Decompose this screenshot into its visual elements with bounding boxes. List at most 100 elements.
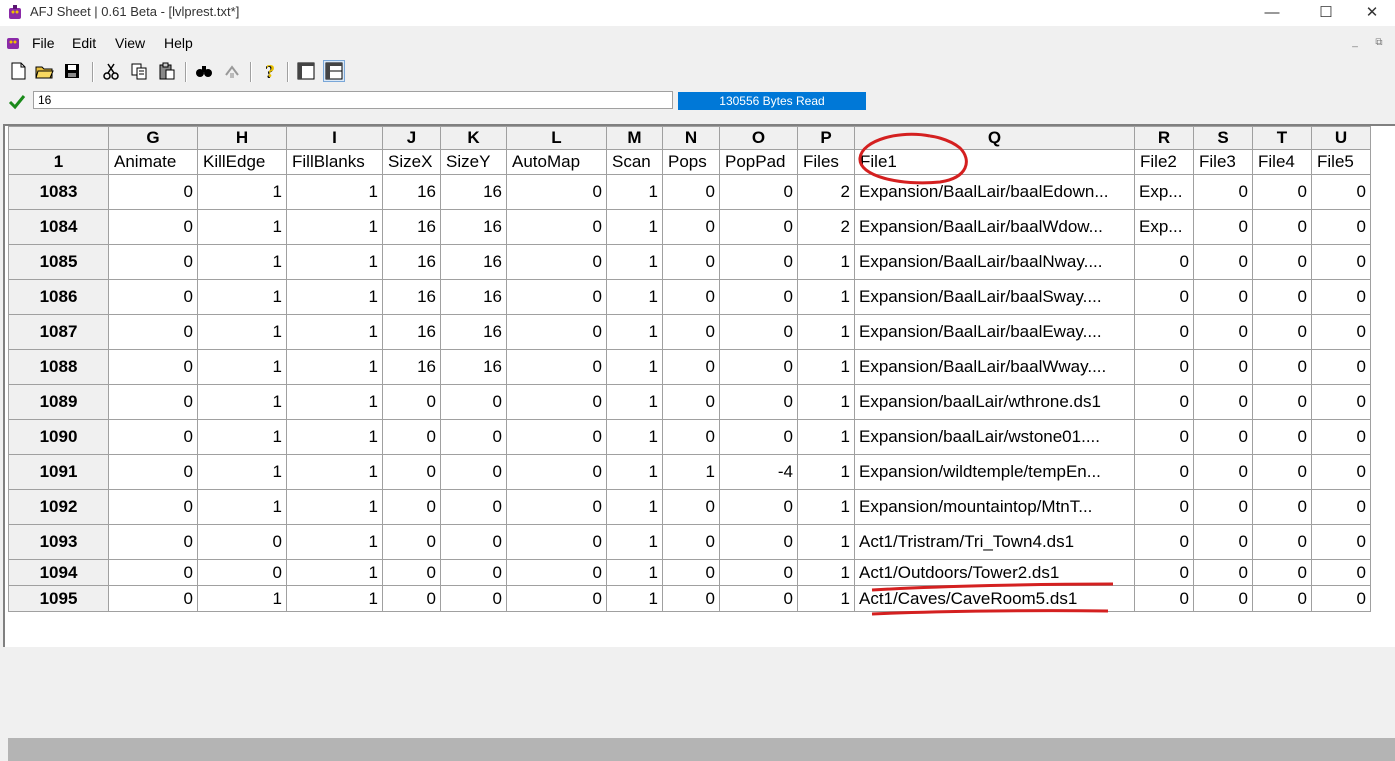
menu-edit[interactable]: Edit bbox=[72, 35, 96, 51]
table-cell[interactable]: 16 bbox=[440, 279, 507, 315]
table-cell[interactable]: 0 bbox=[719, 314, 798, 350]
table-cell[interactable]: 0 bbox=[662, 419, 720, 455]
table-cell[interactable]: Expansion/BaalLair/baalSway.... bbox=[854, 279, 1135, 315]
table-cell[interactable]: 1 bbox=[797, 454, 855, 490]
table-cell[interactable]: 0 bbox=[1134, 454, 1194, 490]
table-cell[interactable]: 0 bbox=[506, 349, 607, 385]
table-cell[interactable]: Expansion/BaalLair/baalEway.... bbox=[854, 314, 1135, 350]
row-header[interactable]: 1087 bbox=[8, 314, 109, 350]
table-cell[interactable]: 0 bbox=[1134, 244, 1194, 280]
column-header-name[interactable]: SizeX bbox=[382, 149, 441, 175]
table-cell[interactable]: 0 bbox=[506, 209, 607, 245]
table-cell[interactable]: 0 bbox=[1252, 489, 1312, 525]
table-cell[interactable]: 1 bbox=[797, 384, 855, 420]
table-cell[interactable]: 0 bbox=[1252, 209, 1312, 245]
table-cell[interactable]: 1 bbox=[606, 559, 663, 586]
table-cell[interactable]: 0 bbox=[1134, 384, 1194, 420]
table-cell[interactable]: 0 bbox=[1193, 349, 1253, 385]
table-cell[interactable]: 0 bbox=[1252, 559, 1312, 586]
column-header-letter[interactable]: M bbox=[606, 126, 663, 150]
table-cell[interactable]: 1 bbox=[197, 349, 287, 385]
table-cell[interactable]: 0 bbox=[719, 349, 798, 385]
table-cell[interactable]: 1 bbox=[197, 174, 287, 210]
replace-icon[interactable] bbox=[222, 61, 242, 81]
menu-view[interactable]: View bbox=[115, 35, 145, 51]
table-cell[interactable]: 1 bbox=[606, 454, 663, 490]
table-cell[interactable]: 0 bbox=[506, 524, 607, 560]
table-cell[interactable]: 0 bbox=[719, 279, 798, 315]
table-cell[interactable]: 0 bbox=[1252, 384, 1312, 420]
table-cell[interactable]: 0 bbox=[108, 174, 198, 210]
close-button[interactable]: ✕ bbox=[1349, 0, 1395, 26]
table-cell[interactable]: 0 bbox=[1252, 279, 1312, 315]
table-cell[interactable]: 1 bbox=[197, 279, 287, 315]
table-cell[interactable]: Expansion/BaalLair/baalEdown... bbox=[854, 174, 1135, 210]
table-cell[interactable]: 0 bbox=[440, 585, 507, 612]
column-header-letter[interactable]: K bbox=[440, 126, 507, 150]
table-cell[interactable]: 0 bbox=[506, 279, 607, 315]
table-cell[interactable]: 16 bbox=[440, 209, 507, 245]
view-split-icon[interactable] bbox=[323, 60, 345, 82]
horizontal-scrollbar[interactable] bbox=[8, 738, 1395, 761]
table-cell[interactable]: 0 bbox=[506, 489, 607, 525]
open-icon[interactable] bbox=[34, 61, 54, 81]
table-cell[interactable]: Expansion/BaalLair/baalNway.... bbox=[854, 244, 1135, 280]
table-cell[interactable]: 1 bbox=[606, 279, 663, 315]
table-cell[interactable]: 0 bbox=[1311, 419, 1371, 455]
table-cell[interactable]: 0 bbox=[662, 209, 720, 245]
table-cell[interactable]: 0 bbox=[108, 349, 198, 385]
table-cell[interactable]: 0 bbox=[1193, 559, 1253, 586]
table-cell[interactable]: 1 bbox=[797, 559, 855, 586]
column-header-name[interactable]: File3 bbox=[1193, 149, 1253, 175]
table-cell[interactable]: 0 bbox=[1193, 244, 1253, 280]
table-cell[interactable]: 0 bbox=[1311, 244, 1371, 280]
table-cell[interactable]: 0 bbox=[1252, 585, 1312, 612]
table-cell[interactable]: 0 bbox=[506, 384, 607, 420]
spreadsheet-grid[interactable]: GHIJKLMNOPQRSTU 1 Animate KillEdge FillBla… bbox=[3, 124, 1395, 761]
table-cell[interactable]: 1 bbox=[197, 419, 287, 455]
table-cell[interactable]: 16 bbox=[382, 244, 441, 280]
table-cell[interactable]: -4 bbox=[719, 454, 798, 490]
table-cell[interactable]: 0 bbox=[1134, 585, 1194, 612]
table-cell[interactable]: 16 bbox=[382, 314, 441, 350]
table-cell[interactable]: 0 bbox=[662, 349, 720, 385]
table-cell[interactable]: 0 bbox=[1311, 174, 1371, 210]
column-header-letter[interactable]: S bbox=[1193, 126, 1253, 150]
table-cell[interactable]: 1 bbox=[197, 244, 287, 280]
table-cell[interactable]: 0 bbox=[108, 559, 198, 586]
table-cell[interactable]: 0 bbox=[506, 559, 607, 586]
row-header[interactable]: 1090 bbox=[8, 419, 109, 455]
menu-file[interactable]: File bbox=[32, 35, 55, 51]
table-cell[interactable]: 0 bbox=[108, 454, 198, 490]
column-header-letter[interactable]: N bbox=[662, 126, 720, 150]
table-cell[interactable]: Act1/Caves/CaveRoom5.ds1 bbox=[854, 585, 1135, 612]
table-cell[interactable]: 0 bbox=[662, 585, 720, 612]
column-header-name[interactable]: File1 bbox=[854, 149, 1135, 175]
table-cell[interactable]: 1 bbox=[286, 524, 383, 560]
save-icon[interactable] bbox=[62, 61, 82, 81]
table-cell[interactable]: 1 bbox=[286, 244, 383, 280]
mdi-restore-button[interactable]: ⧉ bbox=[1371, 36, 1387, 50]
table-cell[interactable]: 1 bbox=[797, 585, 855, 612]
maximize-button[interactable]: ☐ bbox=[1303, 0, 1349, 26]
table-cell[interactable]: 1 bbox=[797, 419, 855, 455]
table-cell[interactable]: Expansion/BaalLair/baalWway.... bbox=[854, 349, 1135, 385]
table-cell[interactable]: Act1/Tristram/Tri_Town4.ds1 bbox=[854, 524, 1135, 560]
table-cell[interactable]: 1 bbox=[286, 279, 383, 315]
table-cell[interactable]: 0 bbox=[1193, 209, 1253, 245]
row-header[interactable]: 1095 bbox=[8, 585, 109, 612]
table-cell[interactable]: 0 bbox=[506, 454, 607, 490]
table-cell[interactable]: 0 bbox=[108, 489, 198, 525]
copy-icon[interactable] bbox=[129, 61, 149, 81]
table-cell[interactable]: 16 bbox=[440, 244, 507, 280]
column-header-letter[interactable]: J bbox=[382, 126, 441, 150]
column-header-name[interactable]: FillBlanks bbox=[286, 149, 383, 175]
table-cell[interactable]: 0 bbox=[382, 419, 441, 455]
table-cell[interactable]: 1 bbox=[797, 244, 855, 280]
table-cell[interactable]: 16 bbox=[382, 209, 441, 245]
table-cell[interactable]: 1 bbox=[197, 454, 287, 490]
column-header-name[interactable]: Files bbox=[797, 149, 855, 175]
table-cell[interactable]: 0 bbox=[1193, 384, 1253, 420]
table-cell[interactable]: 1 bbox=[797, 349, 855, 385]
row-header[interactable]: 1084 bbox=[8, 209, 109, 245]
